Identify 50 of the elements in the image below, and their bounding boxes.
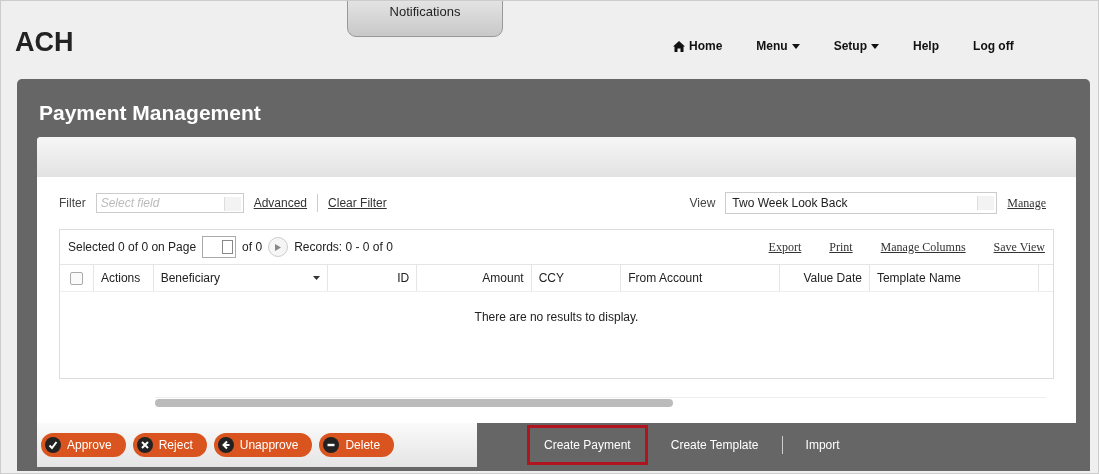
caret-icon (791, 43, 800, 49)
action-button[interactable]: Unapprove (213, 433, 313, 457)
action-link[interactable]: Create Payment (527, 425, 648, 465)
nav-link[interactable]: Help (913, 39, 940, 53)
page-count: of 0 (242, 240, 263, 254)
action-button[interactable]: Delete (319, 433, 395, 457)
records-count: Records: 0 - 0 of 0 (294, 240, 393, 254)
select-all-checkbox[interactable] (69, 271, 83, 285)
action-link[interactable]: Import (788, 425, 857, 465)
column-header[interactable]: From Account (621, 265, 781, 291)
toolbar-link[interactable]: Print (829, 239, 853, 255)
advanced-link[interactable]: Advanced (253, 196, 308, 210)
toolbar-link[interactable]: Manage Columns (880, 239, 966, 255)
toolbar-link[interactable]: Export (768, 239, 802, 255)
app-title: ACH (15, 27, 75, 58)
clear-filter-link[interactable]: Clear Filter (328, 196, 387, 210)
page-select[interactable] (202, 236, 237, 258)
play-icon (275, 243, 282, 251)
nav-link[interactable]: Home (673, 39, 723, 53)
nav-link[interactable]: Menu (756, 39, 800, 53)
column-header[interactable]: Value Date (780, 265, 870, 291)
toolbar-link[interactable]: Save View (993, 239, 1045, 255)
nav-link[interactable]: Log off (973, 39, 1014, 53)
empty-message: There are no results to display. (474, 310, 639, 326)
selection-count: Selected 0 of 0 on Page (68, 240, 197, 254)
action-link[interactable]: Create Template (653, 425, 776, 465)
column-header[interactable]: CCY (531, 265, 622, 291)
column-header[interactable]: ID (327, 265, 418, 291)
view-select[interactable]: Two Week Look Back (725, 192, 998, 214)
nav-link[interactable]: Setup (833, 39, 880, 53)
filter-label: Filter (59, 196, 86, 210)
manage-link[interactable]: Manage (1007, 195, 1046, 211)
minus-icon (323, 437, 340, 453)
column-header[interactable]: Amount (417, 265, 532, 291)
caret-icon (871, 43, 880, 49)
view-label: View (689, 196, 716, 210)
home-icon (673, 40, 685, 52)
action-button[interactable]: Approve (41, 433, 126, 457)
scrollbar-thumb[interactable] (155, 399, 673, 407)
close-icon (136, 437, 153, 453)
column-header[interactable]: Actions (93, 265, 154, 291)
arrow-left-icon (217, 437, 234, 453)
column-header[interactable]: Template Name (869, 265, 1039, 291)
panel-title: Payment Management (39, 101, 262, 125)
column-header[interactable]: Beneficiary (153, 265, 328, 291)
check-icon (45, 437, 61, 453)
action-button[interactable]: Reject (132, 433, 207, 457)
notifications-tab[interactable]: Notifications (347, 1, 503, 37)
filter-field-select[interactable]: Select field (95, 193, 244, 213)
next-page-button[interactable] (268, 237, 289, 257)
